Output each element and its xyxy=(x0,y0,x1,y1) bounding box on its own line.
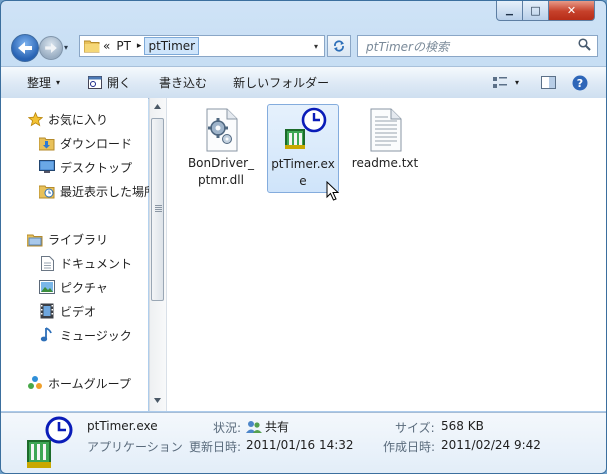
details-pane: ptTimer.exe アプリケーション 状況: 共有 更新日時: 2011/0… xyxy=(1,412,606,473)
refresh-icon xyxy=(334,40,344,52)
organize-button[interactable]: 整理 ▾ xyxy=(19,72,68,94)
detail-modified-label: 更新日時: xyxy=(189,440,242,454)
help-button[interactable]: ? xyxy=(564,72,596,94)
open-app-icon xyxy=(88,76,103,89)
mouse-cursor-icon xyxy=(326,181,340,201)
forward-arrow-icon xyxy=(45,43,57,53)
search-placeholder: ptTimerの検索 xyxy=(366,39,449,54)
detail-file-name: ptTimer.exe xyxy=(87,419,158,433)
svg-text:?: ? xyxy=(577,77,583,90)
clock-app-icon xyxy=(27,416,73,468)
open-button[interactable]: 開く xyxy=(80,72,139,94)
file-name: readme.txt xyxy=(351,156,419,170)
back-arrow-icon xyxy=(18,42,32,54)
desktop-icon xyxy=(39,159,55,175)
preview-pane-icon xyxy=(541,76,556,89)
command-bar: 整理 ▾ 開く 書き込む 新しいフォルダー ▾ ? xyxy=(1,66,606,99)
music-note-icon xyxy=(39,327,55,343)
preview-pane-button[interactable] xyxy=(533,72,564,94)
detail-status-label: 状況: xyxy=(213,421,242,435)
chevron-down-icon: ▾ xyxy=(56,78,61,87)
close-button[interactable]: ✕ xyxy=(548,1,595,21)
refresh-button[interactable] xyxy=(327,35,351,57)
clock-app-icon xyxy=(285,107,327,149)
breadcrumb-pt[interactable]: PT xyxy=(113,39,134,53)
nav-documents-label: ドキュメント xyxy=(60,256,133,271)
detail-created-value: 2011/02/24 9:42 xyxy=(441,438,541,452)
homegroup-icon xyxy=(27,375,43,391)
detail-status: 共有 xyxy=(246,418,289,435)
scroll-up-icon[interactable] xyxy=(154,104,161,109)
back-button[interactable] xyxy=(11,34,39,62)
view-dropdown-icon: ▾ xyxy=(514,78,519,87)
open-label: 開く xyxy=(107,76,132,90)
dll-gear-icon xyxy=(206,108,238,152)
video-icon xyxy=(39,303,55,319)
new-folder-button[interactable]: 新しいフォルダー xyxy=(225,72,337,94)
detail-size-label: サイズ: xyxy=(395,421,435,435)
minimize-icon: ▁ xyxy=(506,5,513,16)
search-icon[interactable] xyxy=(578,38,591,54)
address-bar[interactable]: « PT ▸ ptTimer ▾ xyxy=(79,35,325,57)
minimize-button[interactable]: ▁ xyxy=(496,1,523,21)
address-dropdown[interactable]: ▾ xyxy=(308,42,324,51)
library-icon xyxy=(27,231,43,247)
star-icon xyxy=(27,111,43,127)
file-item-selected[interactable]: ptTimer.exe xyxy=(267,104,339,193)
burn-label: 書き込む xyxy=(159,76,208,90)
close-icon: ✕ xyxy=(566,4,577,17)
change-view-button[interactable]: ▾ xyxy=(485,72,527,94)
file-list: BonDriver_ptmr.dll ptTimer.exe readme.tx… xyxy=(166,98,606,411)
scrollbar-grip xyxy=(155,205,162,212)
detail-created-label: 作成日時: xyxy=(383,440,436,454)
file-name: BonDriver_ptmr.dll xyxy=(187,156,255,187)
picture-icon xyxy=(39,279,55,295)
organize-label: 整理 xyxy=(27,76,52,90)
detail-modified-value: 2011/01/16 14:32 xyxy=(246,438,354,452)
file-item[interactable]: BonDriver_ptmr.dll xyxy=(185,108,257,189)
nav-desktop-label: デスクトップ xyxy=(60,160,133,175)
help-icon: ? xyxy=(572,75,588,90)
scroll-down-icon[interactable] xyxy=(154,398,161,403)
file-item[interactable]: readme.txt xyxy=(349,108,421,172)
text-file-icon xyxy=(370,108,402,152)
navigation-pane: お気に入り ダウンロード デスクトップ 最近表示した場所 ライブラリ ドキュメン… xyxy=(1,98,156,411)
nav-favorites-label: お気に入り xyxy=(48,112,109,127)
nav-pictures-label: ピクチャ xyxy=(60,280,108,295)
maximize-button[interactable]: □ xyxy=(522,1,549,21)
document-icon xyxy=(39,255,55,271)
detail-status-value: 共有 xyxy=(265,420,290,434)
nav-recent-label: 最近表示した場所 xyxy=(60,184,157,199)
recent-pages-dropdown[interactable]: ▾ xyxy=(64,43,68,52)
explorer-window: ▁ □ ✕ ▾ « PT ▸ ptTimer ▾ ptTimerの検索 整理 ▾ xyxy=(0,0,607,474)
address-overflow[interactable]: « xyxy=(100,39,113,53)
detail-file-type: アプリケーション xyxy=(87,440,183,454)
new-folder-label: 新しいフォルダー xyxy=(233,76,330,90)
forward-button[interactable] xyxy=(39,36,63,60)
download-folder-icon xyxy=(39,135,55,151)
search-box[interactable]: ptTimerの検索 xyxy=(357,35,598,57)
view-grid-icon xyxy=(492,76,507,88)
nav-libraries-label: ライブラリ xyxy=(48,232,109,247)
nav-videos-label: ビデオ xyxy=(60,304,97,319)
nav-downloads-label: ダウンロード xyxy=(60,136,133,151)
recent-places-icon xyxy=(39,183,55,199)
nav-homegroup-label: ホームグループ xyxy=(48,376,131,391)
breadcrumb-separator[interactable]: ▸ xyxy=(134,41,145,51)
folder-icon xyxy=(84,39,100,53)
maximize-icon: □ xyxy=(530,4,541,17)
detail-size-value: 568 KB xyxy=(441,419,484,433)
navigation-scrollbar[interactable] xyxy=(149,98,166,411)
shared-users-icon xyxy=(246,420,262,433)
breadcrumb-pttimer[interactable]: ptTimer xyxy=(144,37,200,55)
scrollbar-thumb[interactable] xyxy=(151,118,164,301)
burn-button[interactable]: 書き込む xyxy=(151,72,215,94)
nav-music-label: ミュージック xyxy=(60,328,132,343)
